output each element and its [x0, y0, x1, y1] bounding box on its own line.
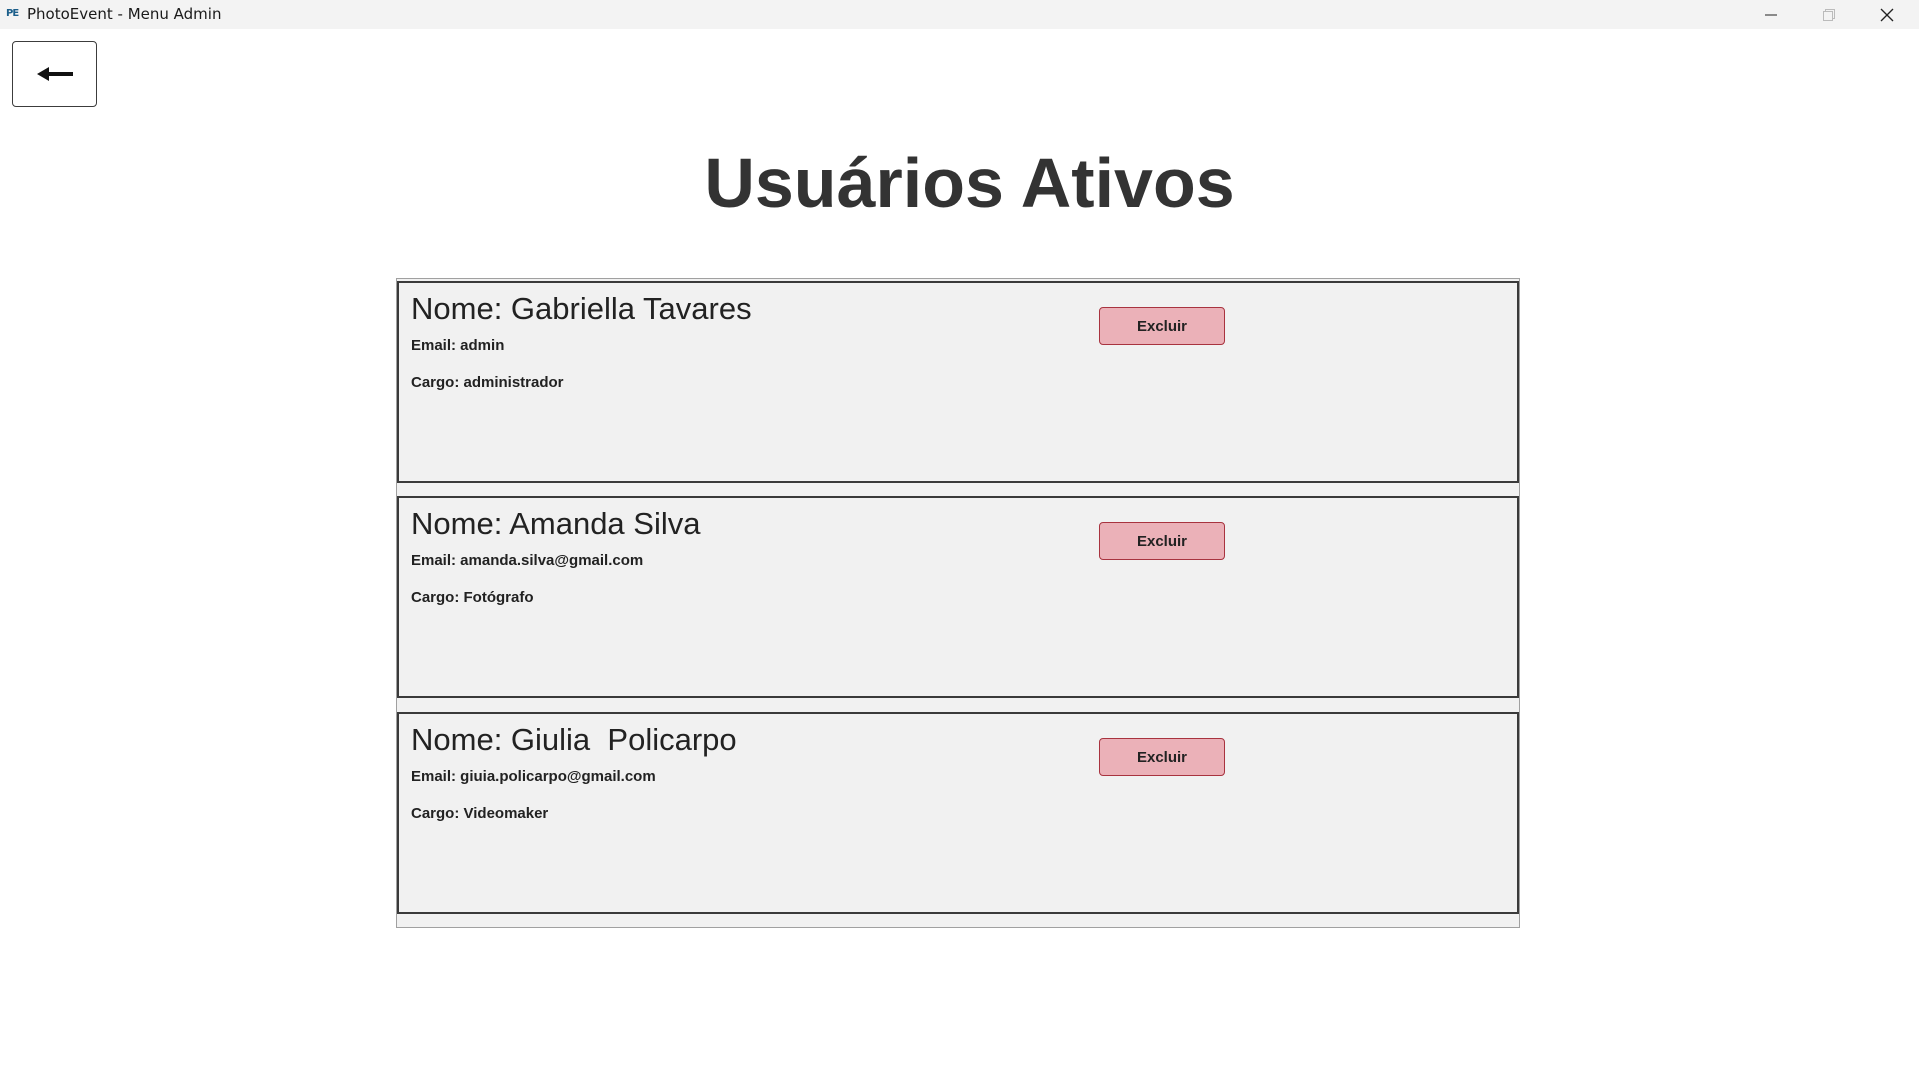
minimize-button[interactable] — [1742, 0, 1800, 29]
user-email: Email: giuia.policarpo@gmail.com — [411, 768, 656, 785]
user-email: Email: amanda.silva@gmail.com — [411, 552, 644, 569]
back-button[interactable] — [12, 41, 97, 107]
maximize-button[interactable] — [1800, 0, 1858, 29]
user-name: Nome: Amanda Silva — [411, 506, 701, 541]
close-icon — [1880, 8, 1894, 21]
delete-user-button[interactable]: Excluir — [1099, 738, 1225, 776]
user-card: Nome: Amanda Silva Email: amanda.silva@g… — [397, 496, 1519, 698]
user-card: Nome: Giulia Policarpo Email: giuia.poli… — [397, 712, 1519, 914]
arrow-left-icon — [36, 67, 73, 81]
delete-user-button[interactable]: Excluir — [1099, 522, 1225, 560]
maximize-icon — [1823, 8, 1835, 21]
user-role: Cargo: administrador — [411, 374, 564, 391]
window-titlebar: PE PhotoEvent - Menu Admin — [0, 0, 1919, 29]
delete-user-button[interactable]: Excluir — [1099, 307, 1225, 345]
window-title: PhotoEvent - Menu Admin — [27, 5, 222, 23]
user-card: Nome: Gabriella Tavares Email: admin Car… — [397, 281, 1519, 483]
user-role: Cargo: Fotógrafo — [411, 589, 534, 606]
user-role: Cargo: Videomaker — [411, 805, 549, 822]
user-list[interactable]: Nome: Gabriella Tavares Email: admin Car… — [396, 278, 1520, 928]
close-button[interactable] — [1858, 0, 1916, 29]
user-name: Nome: Gabriella Tavares — [411, 291, 752, 326]
app-icon: PE — [6, 8, 19, 19]
minimize-icon — [1765, 14, 1777, 15]
user-name: Nome: Giulia Policarpo — [411, 722, 737, 757]
user-email: Email: admin — [411, 337, 505, 354]
page-title: Usuários Ativos — [704, 144, 1235, 222]
